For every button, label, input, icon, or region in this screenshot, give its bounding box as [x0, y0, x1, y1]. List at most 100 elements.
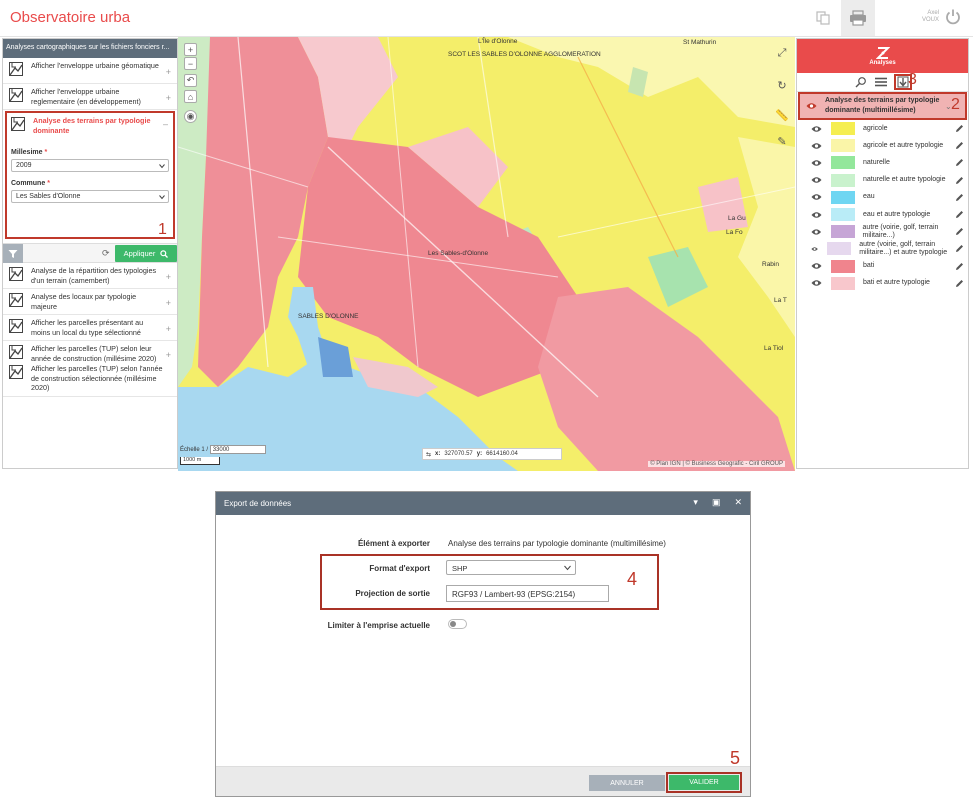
locate-button[interactable]: ◉: [184, 110, 197, 123]
analysis-map-icon: [9, 62, 23, 76]
refresh-icon[interactable]: ⟳: [102, 248, 110, 259]
legend-item[interactable]: naturelle: [797, 154, 968, 171]
measure-button[interactable]: 📏: [774, 107, 790, 123]
projection-input[interactable]: RGF93 / Lambert-93 (EPSG:2154): [446, 585, 609, 602]
map-label-ile: L'Île d'Olonne: [478, 38, 518, 45]
eye-icon[interactable]: [811, 245, 818, 253]
filter-button[interactable]: [3, 244, 23, 263]
millesime-select[interactable]: 2009: [11, 159, 169, 172]
edit-style-icon[interactable]: [955, 227, 964, 236]
analysis-map-icon: [9, 267, 23, 281]
millesime-label-text: Millesime: [11, 149, 43, 156]
cancel-button[interactable]: ANNULER: [589, 775, 665, 791]
analysis-item[interactable]: Afficher les parcelles (TUP) selon l'ann…: [3, 361, 177, 397]
legend-item[interactable]: agricole: [797, 120, 968, 137]
analysis-item[interactable]: Analyse de la répartition des typologies…: [3, 263, 177, 289]
edit-style-icon[interactable]: [955, 279, 964, 288]
expand-icon[interactable]: +: [166, 324, 171, 334]
edit-style-icon[interactable]: [955, 158, 964, 167]
eye-icon[interactable]: [811, 228, 822, 236]
scale-input[interactable]: 33000: [209, 445, 266, 454]
minimize-icon[interactable]: ▾: [693, 497, 698, 508]
edit-style-icon[interactable]: [955, 262, 964, 271]
draw-button[interactable]: ✎: [774, 133, 790, 149]
analysis-item[interactable]: Afficher l'enveloppe urbaine reglementai…: [3, 84, 177, 110]
toggle-knob: [450, 621, 456, 627]
legend-item[interactable]: autre (voirie, golf, terrain militaire..…: [797, 223, 968, 240]
logout-button[interactable]: [944, 8, 962, 28]
legend-item[interactable]: agricole et autre typologie: [797, 137, 968, 154]
eye-icon[interactable]: [811, 211, 822, 219]
commune-select[interactable]: Les Sables d'Olonne: [11, 190, 169, 203]
analysis-item[interactable]: Afficher l'enveloppe urbaine géomatique …: [3, 58, 177, 84]
user-last-name: VOUX: [921, 17, 939, 23]
eye-icon[interactable]: [811, 193, 822, 201]
edit-style-icon[interactable]: [955, 176, 964, 185]
format-select[interactable]: SHP: [446, 560, 576, 575]
limit-extent-toggle[interactable]: [448, 619, 467, 629]
expand-arrows-icon: ⤢: [777, 46, 787, 59]
expand-icon[interactable]: +: [166, 298, 171, 308]
user-first-name: Axel: [927, 10, 939, 16]
ruler-icon: 📏: [775, 109, 789, 122]
expand-icon[interactable]: +: [166, 350, 171, 360]
list-button[interactable]: [874, 75, 888, 89]
close-icon[interactable]: ✕: [734, 497, 742, 508]
validate-button-label: VALIDER: [669, 775, 739, 790]
edit-style-icon[interactable]: [955, 141, 964, 150]
dialog-header: Export de données ▾ ▣ ✕: [216, 492, 750, 515]
map-attribution: © Plan IGN | © Business Geografic - Ciri…: [648, 461, 785, 467]
undo-view-button[interactable]: ↶: [184, 74, 197, 87]
printer-icon: [850, 10, 866, 26]
eye-icon[interactable]: [811, 279, 822, 287]
legend-swatch: [827, 242, 852, 256]
maximize-icon[interactable]: ▣: [712, 497, 721, 508]
chevron-down-icon: [564, 565, 571, 571]
legend-item[interactable]: naturelle et autre typologie: [797, 172, 968, 189]
expand-icon[interactable]: +: [166, 272, 171, 282]
analysis-item-selected[interactable]: Analyse des terrains par typologie domin…: [5, 111, 175, 239]
analysis-item[interactable]: Analyse des locaux par typologie majeure…: [3, 289, 177, 315]
fullscreen-button[interactable]: ⤢: [774, 45, 790, 61]
zoom-out-button[interactable]: −: [184, 57, 197, 70]
expand-icon[interactable]: +: [166, 67, 171, 77]
eye-icon[interactable]: [811, 262, 822, 270]
legend-item[interactable]: bati et autre typologie: [797, 275, 968, 292]
legend-item[interactable]: eau: [797, 189, 968, 206]
scale-bar: 1000 m: [180, 457, 220, 465]
search-layer-button[interactable]: [854, 75, 868, 89]
eye-icon[interactable]: [811, 176, 822, 184]
expand-icon[interactable]: +: [166, 93, 171, 103]
legend-item[interactable]: bati: [797, 258, 968, 275]
map-view[interactable]: + − ↶ ⌂ ◉ ⤢ ↻ 📏 ✎ SCOT LES SABLES D'OLON…: [178, 37, 795, 471]
swap-icon[interactable]: ⇆: [426, 451, 431, 458]
eye-icon[interactable]: [811, 159, 822, 167]
zoom-in-button[interactable]: +: [184, 43, 197, 56]
layer-group-row[interactable]: Analyse des terrains par typologie domin…: [798, 92, 967, 120]
copy-button[interactable]: [806, 0, 840, 36]
edit-style-icon[interactable]: [955, 124, 964, 133]
analysis-map-icon: [9, 345, 23, 359]
edit-style-icon[interactable]: [955, 244, 964, 253]
apply-button[interactable]: Appliquer: [115, 245, 177, 262]
map-label-la-gu: La Gu: [728, 215, 746, 222]
analysis-item[interactable]: Afficher les parcelles présentant au moi…: [3, 315, 177, 341]
legend-item[interactable]: autre (voirie, golf, terrain militaire..…: [797, 240, 968, 257]
map-label-sables-centre: SABLES D'OLONNE: [298, 313, 359, 320]
home-icon: ⌂: [187, 91, 194, 102]
map-label-la-t: La T: [774, 297, 787, 304]
history-button[interactable]: ↻: [774, 77, 790, 93]
legend-item[interactable]: eau et autre typologie: [797, 206, 968, 223]
edit-style-icon[interactable]: [955, 210, 964, 219]
analysis-tool-icon: [875, 47, 890, 59]
home-button[interactable]: ⌂: [184, 90, 197, 103]
collapse-icon[interactable]: –: [163, 119, 168, 129]
app-title: Observatoire urba: [10, 9, 131, 26]
eye-icon[interactable]: [811, 125, 822, 133]
validate-button[interactable]: VALIDER: [666, 772, 742, 793]
commune-label: Commune *: [11, 180, 50, 187]
print-button[interactable]: [841, 0, 875, 36]
eye-icon[interactable]: [806, 102, 817, 110]
edit-style-icon[interactable]: [955, 193, 964, 202]
eye-icon[interactable]: [811, 142, 822, 150]
